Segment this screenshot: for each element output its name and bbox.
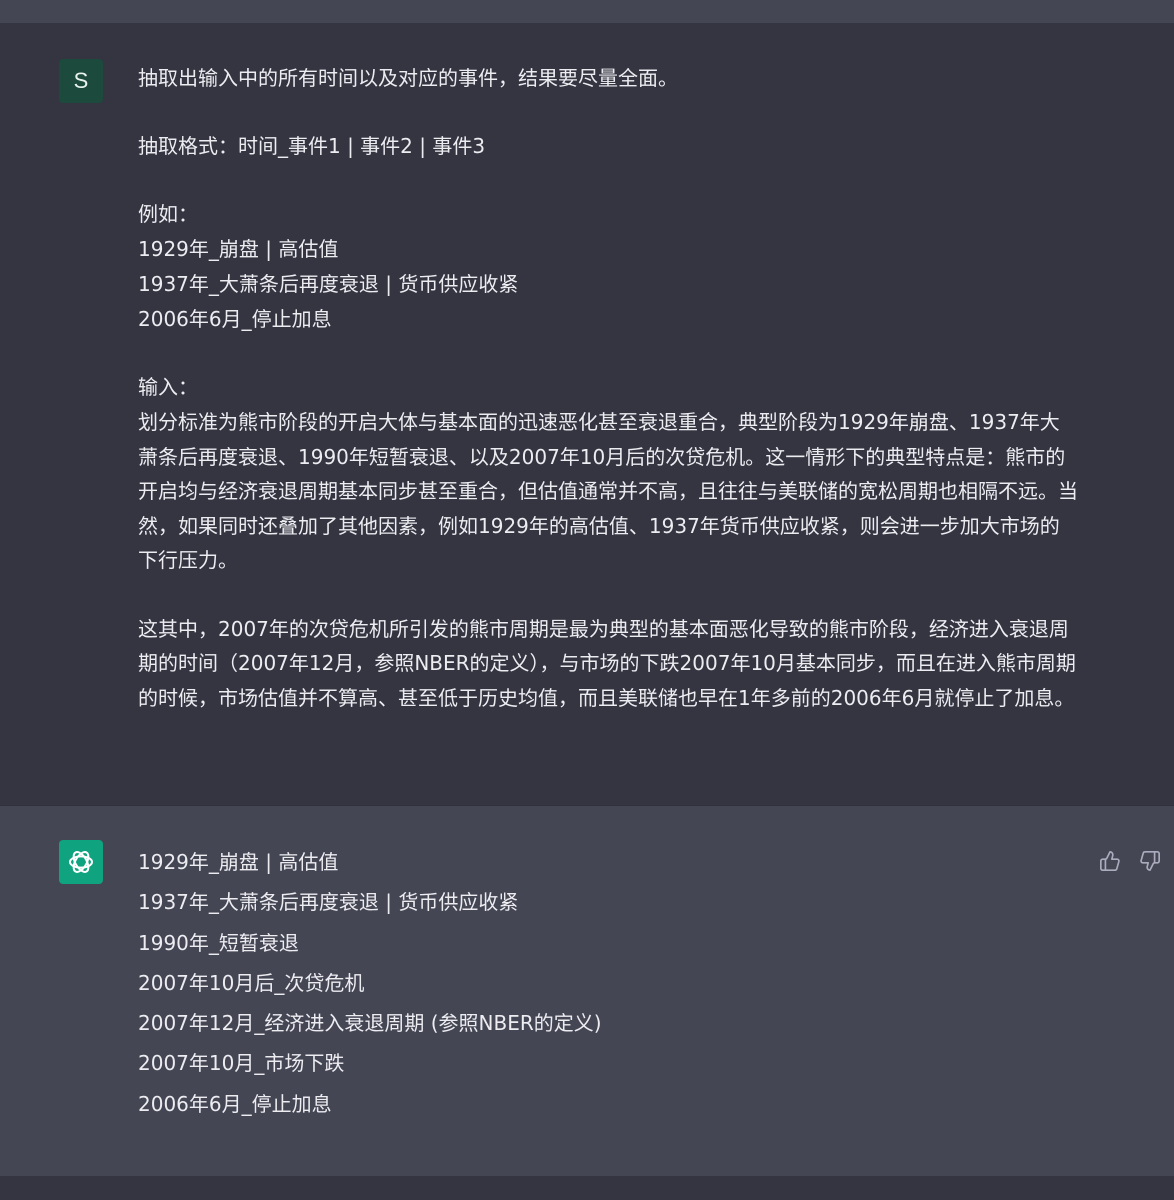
user-message-text: 抽取出输入中的所有时间以及对应的事件，结果要尽量全面。 抽取格式：时间_事件1 … [138, 61, 1078, 715]
assistant-message: 1929年_崩盘 | 高估值 1937年_大萧条后再度衰退 | 货币供应收紧 1… [0, 805, 1174, 1177]
thumbs-down-icon[interactable] [1137, 848, 1163, 874]
user-message: S 抽取出输入中的所有时间以及对应的事件，结果要尽量全面。 抽取格式：时间_事件… [0, 23, 1174, 805]
user-avatar-letter: S [73, 68, 89, 93]
prompt-example-2: 1937年_大萧条后再度衰退 | 货币供应收紧 [138, 272, 519, 296]
prompt-input-paragraph-1: 划分标准为熊市阶段的开启大体与基本面的迅速恶化甚至衰退重合，典型阶段为1929年… [138, 410, 1078, 572]
result-line-5: 2007年12月_经济进入衰退周期 (参照NBER的定义) [138, 1011, 602, 1036]
prompt-example-3: 2006年6月_停止加息 [138, 307, 332, 331]
previous-message-edge [0, 0, 1174, 23]
prompt-input-label: 输入： [138, 375, 198, 399]
thumbs-up-icon[interactable] [1097, 848, 1123, 874]
openai-logo-icon [59, 840, 103, 884]
result-line-4: 2007年10月后_次贷危机 [138, 970, 365, 995]
prompt-format: 抽取格式：时间_事件1 | 事件2 | 事件3 [138, 134, 486, 158]
prompt-input-paragraph-2: 这其中，2007年的次贷危机所引发的熊市周期是最为典型的基本面恶化导致的熊市阶段… [138, 616, 1076, 710]
prompt-example-1: 1929年_崩盘 | 高估值 [138, 237, 339, 261]
prompt-instruction: 抽取出输入中的所有时间以及对应的事件，结果要尽量全面。 [138, 66, 678, 90]
result-line-1: 1929年_崩盘 | 高估值 [138, 850, 339, 874]
prompt-example-label: 例如： [138, 202, 198, 226]
user-avatar: S [59, 59, 103, 103]
assistant-message-text: 1929年_崩盘 | 高估值 1937年_大萧条后再度衰退 | 货币供应收紧 1… [138, 842, 1038, 1124]
result-line-6: 2007年10月_市场下跌 [138, 1051, 345, 1076]
result-line-2: 1937年_大萧条后再度衰退 | 货币供应收紧 [138, 890, 519, 915]
openai-logo-svg [69, 851, 93, 873]
result-line-7: 2006年6月_停止加息 [138, 1091, 332, 1116]
result-line-3: 1990年_短暂衰退 [138, 930, 299, 955]
next-message-edge [0, 1176, 1174, 1200]
